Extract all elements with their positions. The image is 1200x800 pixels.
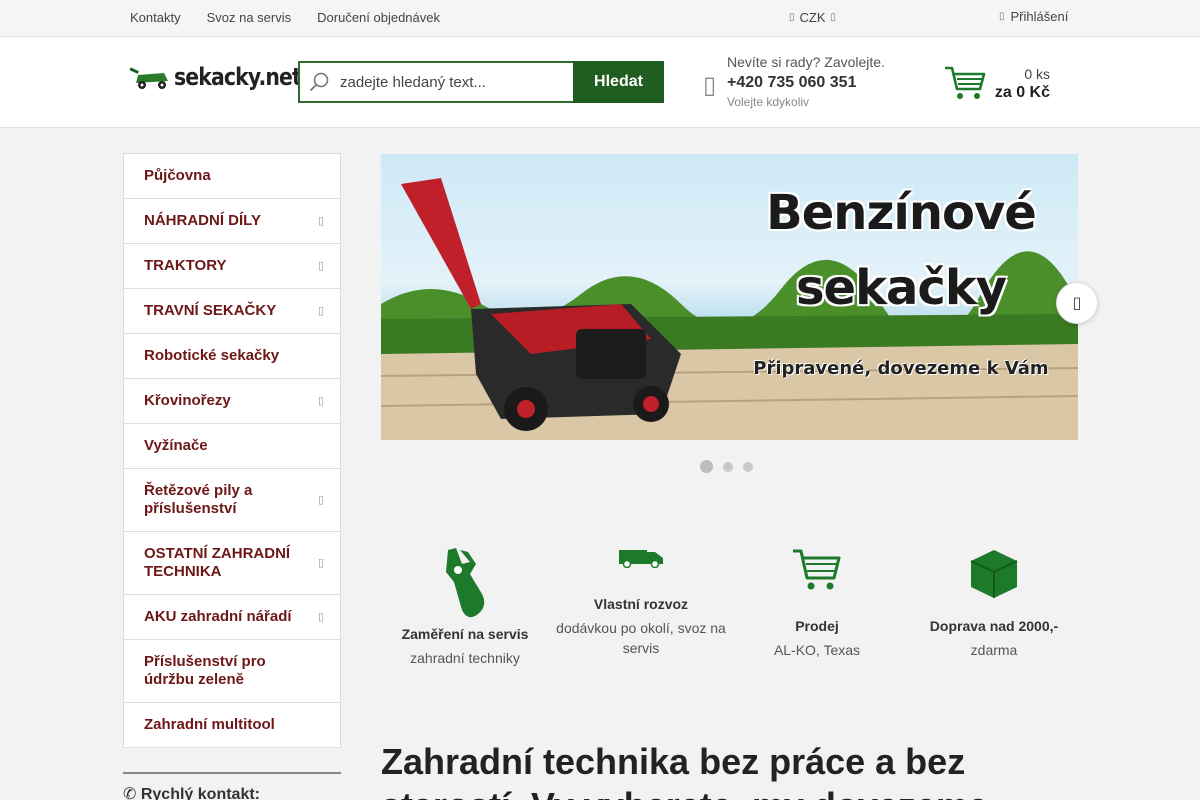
box-icon <box>970 550 1018 598</box>
currency-label: CZK <box>799 10 826 25</box>
feature-service-title: Zaměření na servis <box>401 626 529 642</box>
sidebar-item[interactable]: Půjčovna <box>124 154 340 199</box>
contact-info: Nevíte si rady? Zavolejte. +420 735 060 … <box>727 54 885 109</box>
lawnmower-logo-icon <box>129 67 168 89</box>
chevron-right-icon: ▯ <box>317 215 324 227</box>
chevron-down-icon: ▯ <box>830 12 837 23</box>
sidebar-item-label: Příslušenství pro údržbu zeleně <box>144 653 266 688</box>
chevron-right-icon: ▯ <box>317 611 324 623</box>
carousel-dot-2[interactable] <box>723 461 733 472</box>
sidebar-item-label: OSTATNÍ ZAHRADNÍ TECHNIKA <box>144 545 291 580</box>
feature-shipping-desc: zdarma <box>970 642 1018 658</box>
contact-phone[interactable]: +420 735 060 351 <box>727 74 885 92</box>
sidebar-item-label: Křovinořezy <box>144 392 231 409</box>
cart-icon <box>945 66 986 99</box>
sidebar-item-label: Vyžínače <box>144 437 208 454</box>
site-logo[interactable]: sekacky.net <box>128 63 323 91</box>
sidebar-item[interactable]: Příslušenství pro údržbu zeleně <box>124 640 340 703</box>
category-menu: Půjčovna NÁHRADNÍ DÍLY ▯ TRAKTORY ▯ TRAVNÍ SE… <box>123 153 341 748</box>
phone-icon: ▯ <box>703 72 717 99</box>
search-field <box>298 61 573 103</box>
carousel-dot-1[interactable] <box>700 460 713 473</box>
login-label: Přihlášení <box>1010 9 1069 24</box>
feature-service-desc: zahradní techniky <box>410 650 520 666</box>
feature-delivery: Vlastní rozvoz dodávkou po okolí, svoz n… <box>556 544 726 658</box>
feature-delivery-title: Vlastní rozvoz <box>593 596 689 612</box>
search-icon <box>309 72 329 92</box>
sidebar-item-label: TRAVNÍ SEKAČKY <box>144 302 277 319</box>
login-link[interactable]: ▯ Přihlášení <box>999 9 1068 24</box>
sidebar-item-label: Řetězové pily a příslušenství <box>144 482 253 517</box>
top-link-service-pickup[interactable]: Svoz na servis <box>207 10 292 25</box>
sidebar-item[interactable]: NÁHRADNÍ DÍLY ▯ <box>124 199 340 244</box>
cart-count: 0 ks <box>1024 66 1050 82</box>
chevron-right-icon: ▯ <box>317 494 324 506</box>
sidebar-item[interactable]: Robotické sekačky <box>124 334 340 379</box>
sidebar-item-label: TRAKTORY <box>144 257 227 274</box>
search-form: Hledat <box>298 61 664 103</box>
chevron-right-icon: ▯ <box>317 395 324 407</box>
chevron-right-icon: ▯ <box>1072 295 1082 312</box>
cart-button[interactable] <box>944 65 986 106</box>
carousel-dot-3[interactable] <box>743 461 753 472</box>
site-header: sekacky.net Hledat ▯ Nevíte si rady? Zav… <box>0 37 1200 128</box>
sidebar-item[interactable]: TRAKTORY ▯ <box>124 244 340 289</box>
banner-subtitle: Připravené, dovezeme k Vám <box>753 358 1049 379</box>
contact-question: Nevíte si rady? Zavolejte. <box>727 54 885 70</box>
sidebar-item[interactable]: Zahradní multitool <box>124 703 340 747</box>
carousel-dots <box>700 460 753 473</box>
sidebar-item-label: Zahradní multitool <box>144 716 275 733</box>
currency-icon: ▯ <box>789 12 795 23</box>
wrench-icon <box>446 548 485 618</box>
feature-shipping-title: Doprava nad 2000,- <box>929 618 1059 634</box>
top-bar: Kontakty Svoz na servis Doručení objedná… <box>0 0 1200 37</box>
sidebar-item[interactable]: Vyžínače <box>124 424 340 469</box>
van-icon <box>619 550 663 568</box>
banner-title-line2: sekačky <box>795 260 1007 316</box>
banner-title-line1: Benzínové <box>766 185 1037 241</box>
user-icon: ▯ <box>999 11 1005 22</box>
feature-sales-desc: AL-KO, Texas <box>773 642 861 658</box>
page-headline: Zahradní technika bez práce a bez staros… <box>381 741 988 800</box>
banner-title: Benzínové sekačky <box>751 176 1051 326</box>
quick-contact-heading: ✆ Rychlý kontakt: <box>123 772 341 800</box>
sidebar-item-label: Robotické sekačky <box>144 347 280 364</box>
feature-sales-title: Prodej <box>795 618 839 634</box>
carousel-next-button[interactable]: ▯ <box>1056 282 1098 324</box>
feature-shipping: Doprava nad 2000,- zdarma <box>909 548 1079 660</box>
sidebar-item-label: AKU zahradní nářadí <box>144 608 292 625</box>
feature-delivery-desc: dodávkou po okolí, svoz na servis <box>556 620 726 656</box>
search-button[interactable]: Hledat <box>573 61 664 103</box>
feature-service: Zaměření na servis zahradní techniky <box>380 548 550 668</box>
chevron-right-icon: ▯ <box>317 557 324 569</box>
sidebar-item-label: Půjčovna <box>144 167 211 184</box>
sidebar-item-label: NÁHRADNÍ DÍLY <box>144 212 261 229</box>
top-link-contacts[interactable]: Kontakty <box>130 10 181 25</box>
cart-summary[interactable]: 0 ks za 0 Kč <box>995 66 1050 102</box>
currency-selector[interactable]: ▯ CZK ▯ <box>789 10 836 25</box>
contact-note: Volejte kdykoliv <box>727 95 810 109</box>
sidebar-item[interactable]: OSTATNÍ ZAHRADNÍ TECHNIKA ▯ <box>124 532 340 595</box>
cart-icon <box>793 549 841 590</box>
sidebar-item[interactable]: Křovinořezy ▯ <box>124 379 340 424</box>
logo-text: sekacky.net <box>174 63 302 91</box>
sidebar-item[interactable]: Řetězové pily a příslušenství ▯ <box>124 469 340 532</box>
sidebar-item[interactable]: AKU zahradní nářadí ▯ <box>124 595 340 640</box>
cart-price: za 0 Kč <box>994 84 1050 101</box>
top-nav: Kontakty Svoz na servis Doručení objedná… <box>130 10 440 25</box>
top-link-delivery[interactable]: Doručení objednávek <box>317 10 440 25</box>
chevron-right-icon: ▯ <box>317 305 324 317</box>
hero-banner[interactable]: Benzínové sekačky Připravené, dovezeme k… <box>381 154 1078 440</box>
sidebar-item[interactable]: TRAVNÍ SEKAČKY ▯ <box>124 289 340 334</box>
chevron-right-icon: ▯ <box>317 260 324 272</box>
feature-sales: Prodej AL-KO, Texas <box>732 548 902 660</box>
search-input[interactable] <box>340 73 560 91</box>
